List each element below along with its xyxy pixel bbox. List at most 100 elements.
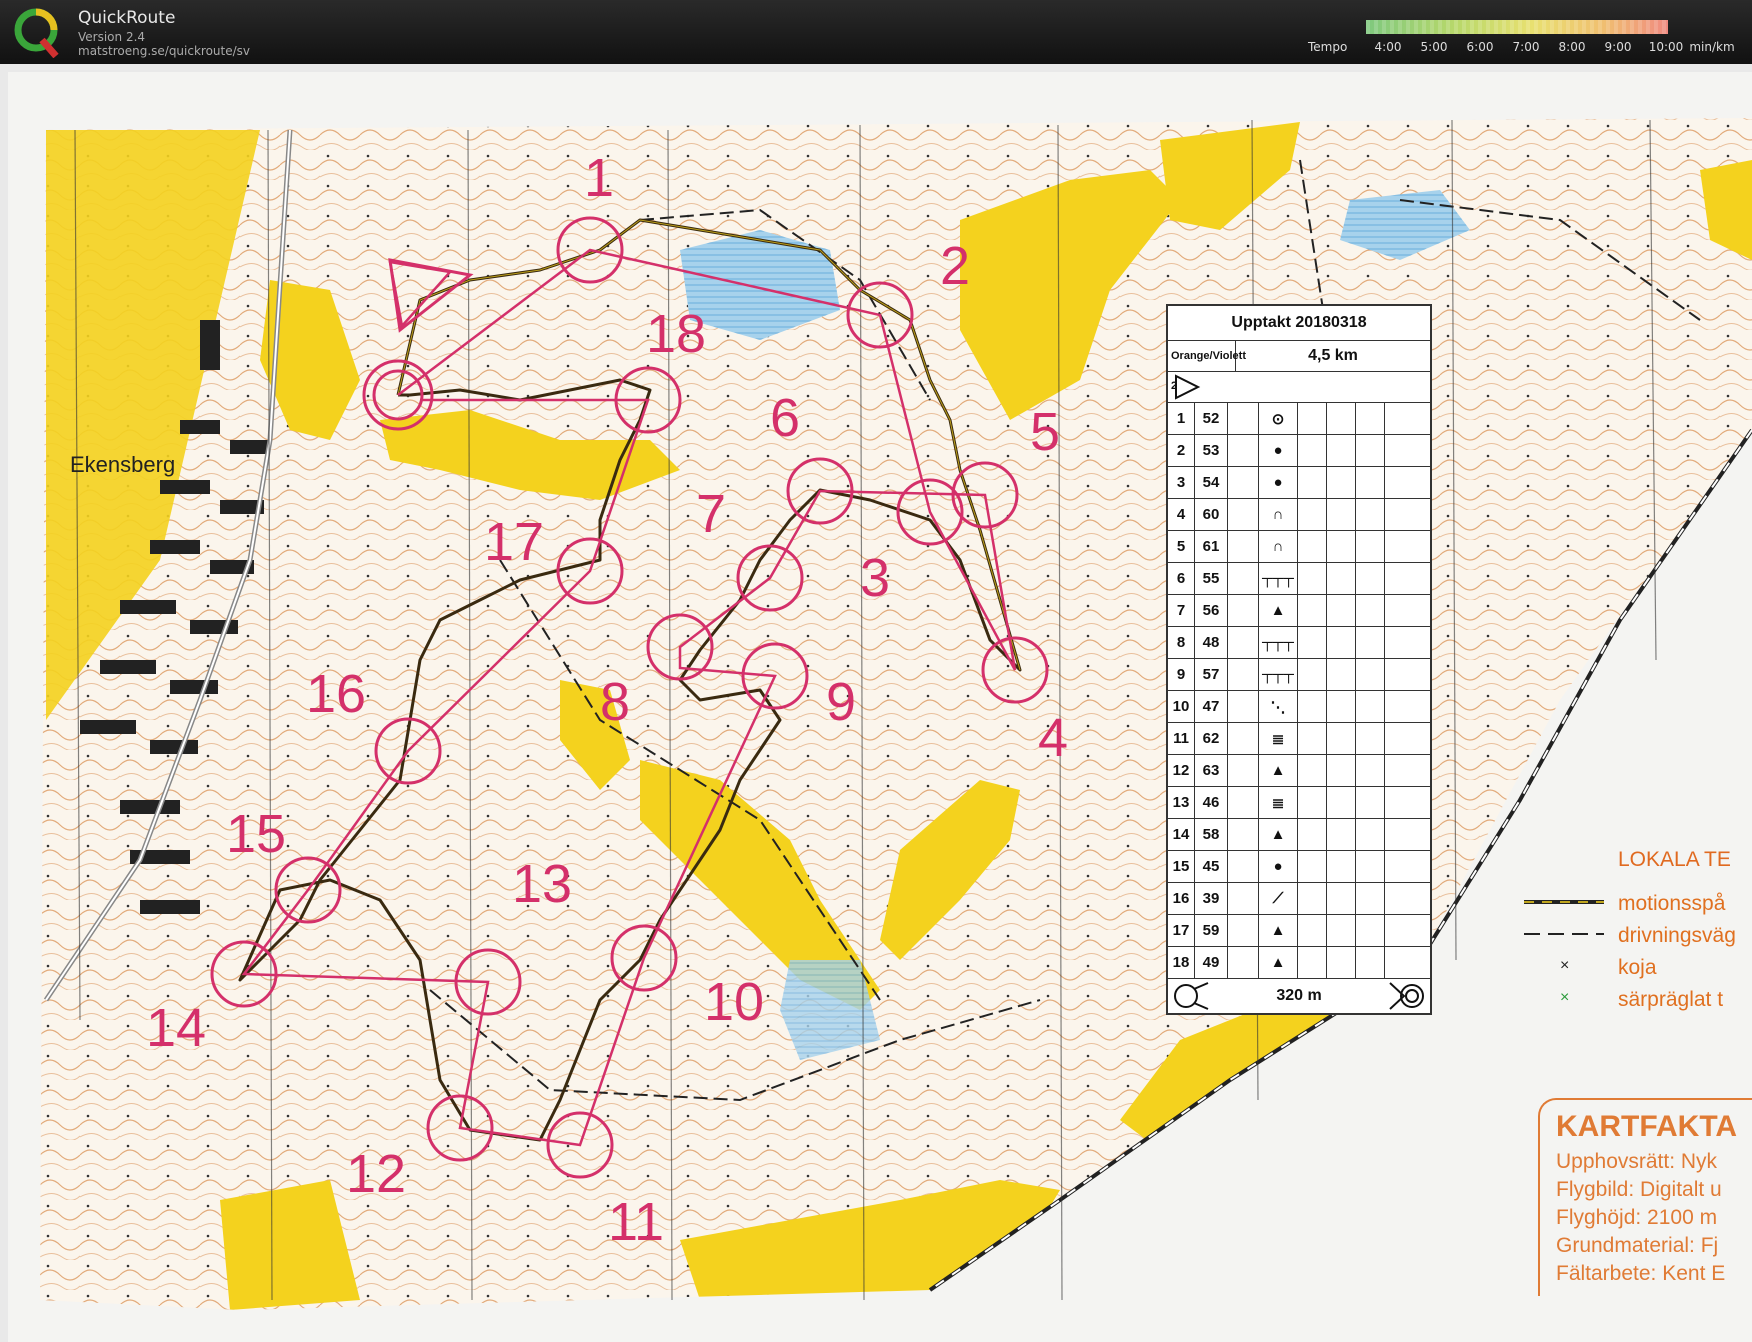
start-triangle-icon bbox=[1175, 374, 1201, 400]
empty-cell bbox=[1228, 851, 1259, 882]
empty-cell bbox=[1385, 659, 1430, 690]
control-number-label: 14 bbox=[146, 998, 206, 1058]
empty-cell bbox=[1356, 883, 1385, 914]
empty-cell bbox=[1298, 435, 1327, 466]
control-number: 4 bbox=[1168, 499, 1195, 530]
control-symbol: ∩ bbox=[1259, 531, 1298, 562]
control-number-label: 3 bbox=[860, 548, 890, 608]
place-name-label: Ekensberg bbox=[70, 452, 176, 477]
empty-cell bbox=[1298, 723, 1327, 754]
empty-cell bbox=[1298, 531, 1327, 562]
empty-cell bbox=[1385, 435, 1430, 466]
control-symbol: ┬┬┬ bbox=[1259, 563, 1298, 594]
empty-cell bbox=[1327, 627, 1356, 658]
control-number: 3 bbox=[1168, 467, 1195, 498]
card-start-row bbox=[1168, 372, 1430, 403]
empty-cell bbox=[1228, 595, 1259, 626]
control-row: 10 47 ⋱ bbox=[1168, 691, 1430, 723]
control-number-label: 2 bbox=[940, 236, 970, 296]
empty-cell bbox=[1327, 947, 1356, 978]
legend-item: motionsspå bbox=[1618, 892, 1726, 915]
finish-icon bbox=[1389, 982, 1424, 1010]
empty-cell bbox=[1327, 467, 1356, 498]
control-number-label: 6 bbox=[770, 388, 800, 448]
empty-cell bbox=[1298, 595, 1327, 626]
control-symbol: ▲ bbox=[1259, 819, 1298, 850]
control-symbol: ≣ bbox=[1259, 787, 1298, 818]
control-number-label: 11 bbox=[608, 1192, 664, 1252]
control-row: 16 39 ⟋ bbox=[1168, 883, 1430, 915]
control-number: 17 bbox=[1168, 915, 1195, 946]
control-number: 7 bbox=[1168, 595, 1195, 626]
control-number: 18 bbox=[1168, 947, 1195, 978]
control-symbol: ● bbox=[1259, 435, 1298, 466]
control-row: 7 56 ▲ bbox=[1168, 595, 1430, 627]
control-number: 1 bbox=[1168, 403, 1195, 434]
control-code: 63 bbox=[1195, 755, 1228, 786]
legend-item: särpräglat t bbox=[1618, 988, 1724, 1011]
legend-title: LOKALA TE bbox=[1618, 848, 1731, 871]
empty-cell bbox=[1228, 659, 1259, 690]
empty-cell bbox=[1356, 499, 1385, 530]
empty-cell bbox=[1356, 755, 1385, 786]
empty-cell bbox=[1228, 563, 1259, 594]
control-number-label: 9 bbox=[826, 672, 856, 732]
kartfakta-line: Flygbild: Digitalt u bbox=[1556, 1178, 1722, 1201]
control-symbol: ▲ bbox=[1259, 595, 1298, 626]
control-code: 55 bbox=[1195, 563, 1228, 594]
control-number: 13 bbox=[1168, 787, 1195, 818]
empty-cell bbox=[1327, 659, 1356, 690]
kartfakta-line: Flyghöjd: 2100 m bbox=[1556, 1206, 1718, 1229]
control-code: 62 bbox=[1195, 723, 1228, 754]
control-code: 58 bbox=[1195, 819, 1228, 850]
empty-cell bbox=[1228, 947, 1259, 978]
empty-cell bbox=[1327, 531, 1356, 562]
empty-cell bbox=[1298, 467, 1327, 498]
orienteering-map[interactable]: 12345678 9101112131415161718 bbox=[0, 0, 1752, 1342]
control-symbol: ┬┬┬ bbox=[1259, 627, 1298, 658]
control-code: 49 bbox=[1195, 947, 1228, 978]
control-code: 47 bbox=[1195, 691, 1228, 722]
card-finish-row: 320 m bbox=[1168, 979, 1430, 1013]
empty-cell bbox=[1228, 627, 1259, 658]
control-symbol: ▲ bbox=[1259, 915, 1298, 946]
control-symbol: ▲ bbox=[1259, 755, 1298, 786]
empty-cell bbox=[1298, 883, 1327, 914]
empty-cell bbox=[1385, 755, 1430, 786]
empty-cell bbox=[1228, 531, 1259, 562]
empty-cell bbox=[1298, 659, 1327, 690]
control-code: 54 bbox=[1195, 467, 1228, 498]
empty-cell bbox=[1385, 723, 1430, 754]
empty-cell bbox=[1327, 403, 1356, 434]
control-number: 9 bbox=[1168, 659, 1195, 690]
control-symbol: ⋱ bbox=[1259, 691, 1298, 722]
card-rows: 1 52 ⊙ 2 53 ● 3 54 ● 4 60 ∩ 5 61 ∩ 6 55 ┬┬┬ 7 56 ▲ 8 48 ┬┬┬ 9 57 ┬… bbox=[1168, 403, 1430, 979]
control-row: 9 57 ┬┬┬ bbox=[1168, 659, 1430, 691]
kartfakta-line: Upphovsrätt: Nyk bbox=[1556, 1150, 1718, 1173]
control-number: 16 bbox=[1168, 883, 1195, 914]
empty-cell bbox=[1298, 915, 1327, 946]
empty-cell bbox=[1356, 851, 1385, 882]
control-symbol: ∩ bbox=[1259, 499, 1298, 530]
empty-cell bbox=[1385, 883, 1430, 914]
empty-cell bbox=[1327, 563, 1356, 594]
control-code: 48 bbox=[1195, 627, 1228, 658]
control-description-card: Upptakt 20180318 Orange/Violett 2 4,5 km… bbox=[1166, 304, 1432, 1015]
empty-cell bbox=[1228, 723, 1259, 754]
control-number-label: 8 bbox=[600, 672, 630, 732]
card-title: Upptakt 20180318 bbox=[1168, 306, 1430, 341]
control-code: 60 bbox=[1195, 499, 1228, 530]
control-row: 6 55 ┬┬┬ bbox=[1168, 563, 1430, 595]
control-code: 52 bbox=[1195, 403, 1228, 434]
card-subheader: Orange/Violett 2 4,5 km bbox=[1168, 341, 1430, 392]
empty-cell bbox=[1356, 691, 1385, 722]
control-symbol: ⟋ bbox=[1259, 883, 1298, 914]
control-number-label: 10 bbox=[704, 972, 764, 1032]
empty-cell bbox=[1298, 563, 1327, 594]
kartfakta-line: Fältarbete: Kent E bbox=[1556, 1262, 1726, 1285]
control-row: 2 53 ● bbox=[1168, 435, 1430, 467]
course-class: Orange/Violett 2 bbox=[1168, 341, 1246, 392]
empty-cell bbox=[1327, 915, 1356, 946]
empty-cell bbox=[1327, 755, 1356, 786]
empty-cell bbox=[1298, 947, 1327, 978]
